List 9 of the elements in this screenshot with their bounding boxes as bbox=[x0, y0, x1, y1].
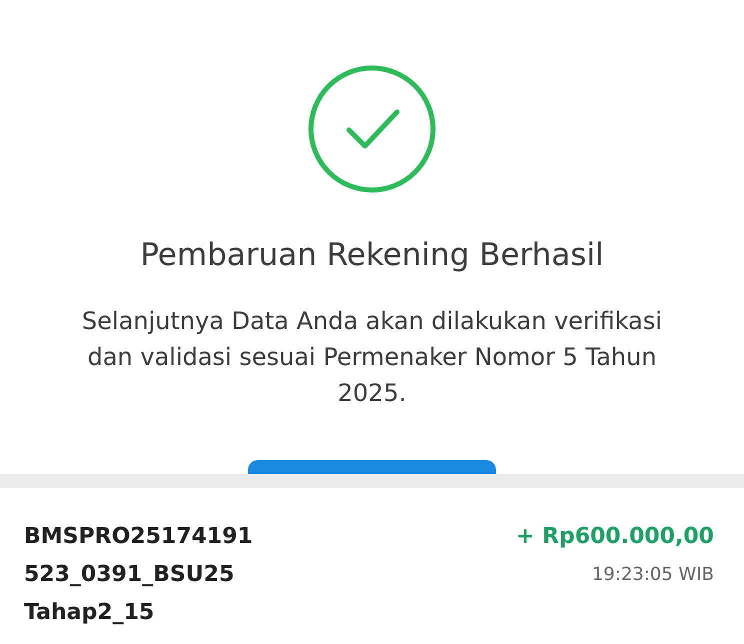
transaction-time: 19:23:05 WIB bbox=[592, 563, 714, 587]
reference-text: BMSPRO25174191 bbox=[24, 523, 253, 551]
action-button[interactable] bbox=[248, 460, 496, 474]
amount: + Rp600.000,00 bbox=[516, 523, 714, 551]
reference-text: Tahap2_15 bbox=[24, 599, 156, 627]
success-title: Pembaruan Rekening Berhasil bbox=[140, 236, 604, 275]
reference-text: 523_0391_BSU25 bbox=[24, 561, 236, 589]
checkmark-icon bbox=[307, 64, 437, 194]
success-message: Selanjutnya Data Anda akan dilakukan verifikasi dan validasi sesuai Permenaker Nomor 5 Tahun 2025. bbox=[80, 306, 664, 408]
